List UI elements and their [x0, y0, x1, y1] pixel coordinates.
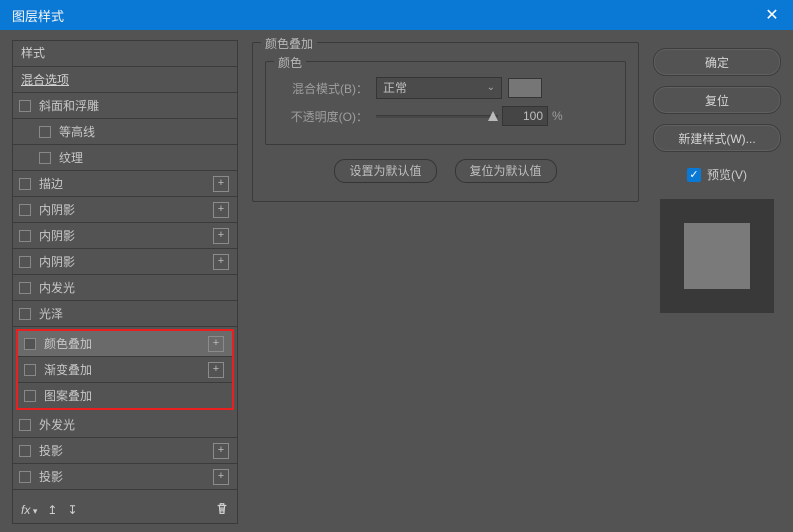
style-item-图案叠加[interactable]: 图案叠加 [18, 383, 232, 408]
color-overlay-fieldset: 颜色叠加 颜色 混合模式(B)： 正常 ⌄ 不透明度(O)： 10 [252, 42, 639, 202]
styles-bottom-bar: fx ▾ ↥ ↧ [13, 497, 237, 523]
trash-icon[interactable] [215, 502, 229, 519]
overlay-group-highlight: 颜色叠加 + 渐变叠加 + 图案叠加 [16, 329, 234, 410]
style-item-外发光[interactable]: 外发光 [13, 412, 237, 438]
style-item-内阴影[interactable]: 内阴影 + [13, 197, 237, 223]
style-item-label: 等高线 [59, 123, 95, 140]
checkbox[interactable] [19, 445, 31, 457]
reset-default-button[interactable]: 复位为默认值 [455, 159, 557, 183]
opacity-row: 不透明度(O)： 100 % [280, 102, 611, 130]
title-bar: 图层样式 ✕ [0, 0, 793, 30]
checkbox[interactable] [24, 364, 36, 376]
style-item-投影[interactable]: 投影 + [13, 464, 237, 490]
style-item-纹理[interactable]: 纹理 [13, 145, 237, 171]
styles-header: 样式 [13, 41, 237, 67]
preview-checkbox[interactable]: ✓ [687, 168, 701, 182]
style-item-label: 描边 [39, 175, 63, 192]
style-item-label: 光泽 [39, 305, 63, 322]
slider-handle-icon[interactable] [488, 111, 498, 121]
right-buttons: 确定 复位 新建样式(W)... ✓ 预览(V) [653, 40, 781, 524]
add-effect-icon[interactable]: + [213, 254, 229, 270]
style-item-描边[interactable]: 描边 + [13, 171, 237, 197]
checkbox[interactable] [19, 471, 31, 483]
color-subfield: 颜色 混合模式(B)： 正常 ⌄ 不透明度(O)： 100 % [265, 61, 626, 145]
blending-options-label: 混合选项 [21, 71, 69, 88]
checkbox[interactable] [19, 230, 31, 242]
blend-mode-select[interactable]: 正常 ⌄ [376, 77, 502, 99]
style-item-内阴影[interactable]: 内阴影 + [13, 223, 237, 249]
add-effect-icon[interactable]: + [208, 336, 224, 352]
window-title: 图层样式 [12, 6, 64, 25]
checkbox[interactable] [19, 419, 31, 431]
checkbox[interactable] [19, 256, 31, 268]
checkbox[interactable] [39, 152, 51, 164]
close-icon: ✕ [765, 5, 778, 25]
checkbox[interactable] [19, 282, 31, 294]
checkbox[interactable] [24, 338, 36, 350]
opacity-unit: % [552, 109, 563, 123]
blending-options[interactable]: 混合选项 [13, 67, 237, 93]
opacity-slider[interactable] [376, 110, 498, 122]
style-item-内阴影[interactable]: 内阴影 + [13, 249, 237, 275]
opacity-label: 不透明度(O)： [280, 108, 376, 125]
style-item-label: 颜色叠加 [44, 335, 92, 352]
checkbox[interactable] [19, 178, 31, 190]
style-item-label: 图案叠加 [44, 387, 92, 404]
style-item-label: 投影 [39, 442, 63, 459]
arrow-down-icon[interactable]: ↧ [67, 503, 77, 517]
style-item-label: 内发光 [39, 279, 75, 296]
style-item-label: 外发光 [39, 416, 75, 433]
style-item-label: 斜面和浮雕 [39, 97, 99, 114]
style-item-label: 内阴影 [39, 201, 75, 218]
preview-box [660, 199, 774, 313]
default-buttons: 设置为默认值 复位为默认值 [265, 159, 626, 183]
checkbox[interactable] [19, 204, 31, 216]
add-effect-icon[interactable]: + [213, 176, 229, 192]
add-effect-icon[interactable]: + [213, 469, 229, 485]
style-item-label: 内阴影 [39, 227, 75, 244]
dialog-body: 样式 混合选项 斜面和浮雕等高线纹理描边 + 内阴影 + 内阴影 + 内阴影 + 内发光光泽 颜… [0, 30, 793, 532]
fx-icon[interactable]: fx ▾ [21, 503, 37, 517]
add-effect-icon[interactable]: + [213, 202, 229, 218]
checkbox[interactable] [24, 390, 36, 402]
add-effect-icon[interactable]: + [208, 362, 224, 378]
cancel-button[interactable]: 复位 [653, 86, 781, 114]
add-effect-icon[interactable]: + [213, 443, 229, 459]
ok-button[interactable]: 确定 [653, 48, 781, 76]
checkbox[interactable] [19, 100, 31, 112]
make-default-button[interactable]: 设置为默认值 [334, 159, 436, 183]
style-item-label: 投影 [39, 468, 63, 485]
blend-mode-value: 正常 [383, 78, 407, 98]
style-item-label: 内阴影 [39, 253, 75, 270]
blend-mode-label: 混合模式(B)： [280, 80, 376, 97]
color-swatch[interactable] [508, 78, 542, 98]
panel-title: 颜色叠加 [261, 35, 317, 52]
style-item-光泽[interactable]: 光泽 [13, 301, 237, 327]
style-item-投影[interactable]: 投影 + [13, 438, 237, 464]
close-button[interactable]: ✕ [751, 0, 793, 30]
style-item-label: 纹理 [59, 149, 83, 166]
preview-row[interactable]: ✓ 预览(V) [653, 166, 781, 183]
checkbox[interactable] [19, 308, 31, 320]
style-item-渐变叠加[interactable]: 渐变叠加 + [18, 357, 232, 383]
blend-mode-row: 混合模式(B)： 正常 ⌄ [280, 74, 611, 102]
options-panel: 颜色叠加 颜色 混合模式(B)： 正常 ⌄ 不透明度(O)： 10 [252, 40, 639, 524]
preview-swatch [684, 223, 750, 289]
arrow-up-icon[interactable]: ↥ [47, 503, 57, 517]
style-item-颜色叠加[interactable]: 颜色叠加 + [18, 331, 232, 357]
styles-list: 样式 混合选项 斜面和浮雕等高线纹理描边 + 内阴影 + 内阴影 + 内阴影 + 内发光光泽 颜… [12, 40, 238, 524]
checkbox[interactable] [39, 126, 51, 138]
chevron-down-icon: ⌄ [487, 78, 495, 98]
style-item-斜面和浮雕[interactable]: 斜面和浮雕 [13, 93, 237, 119]
style-item-label: 渐变叠加 [44, 361, 92, 378]
new-style-button[interactable]: 新建样式(W)... [653, 124, 781, 152]
preview-label: 预览(V) [707, 166, 747, 183]
style-item-等高线[interactable]: 等高线 [13, 119, 237, 145]
sub-title: 颜色 [274, 54, 306, 71]
style-item-内发光[interactable]: 内发光 [13, 275, 237, 301]
add-effect-icon[interactable]: + [213, 228, 229, 244]
opacity-input[interactable]: 100 [502, 106, 548, 126]
